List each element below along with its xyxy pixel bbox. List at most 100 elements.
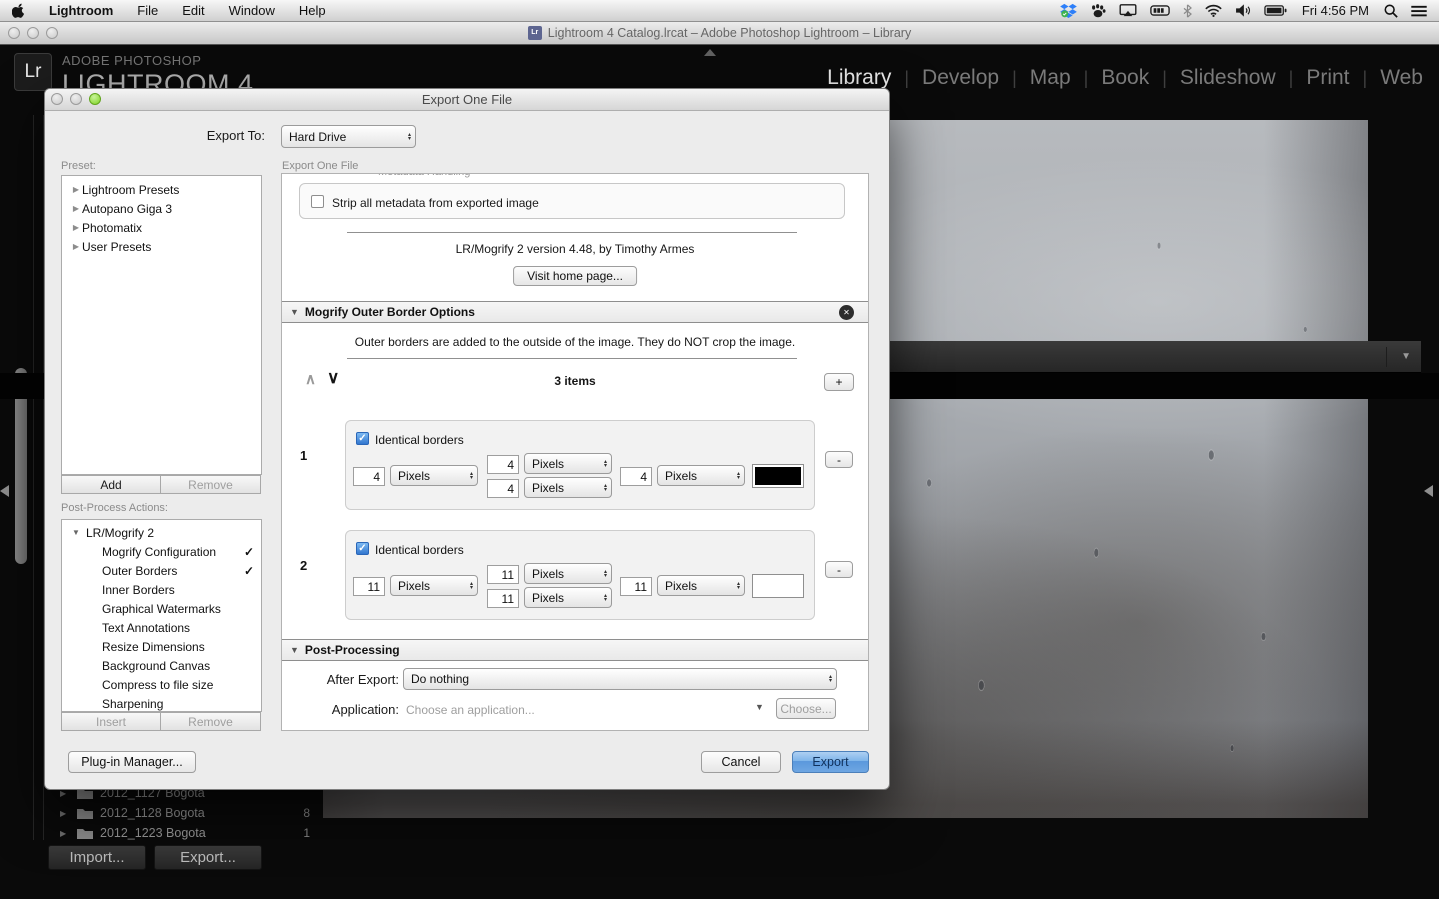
border-left-unit-popup[interactable]: Pixels▴▾ xyxy=(390,575,478,596)
border-left-field[interactable]: 11 xyxy=(353,577,385,596)
border-color-swatch[interactable] xyxy=(752,464,804,488)
identical-borders-checkbox[interactable]: ✓ xyxy=(356,542,369,555)
action-item[interactable]: Outer Borders✓ xyxy=(62,561,261,580)
action-item[interactable]: Inner Borders xyxy=(62,580,261,599)
preset-item[interactable]: ▶Autopano Giga 3 xyxy=(62,199,261,218)
disclosure-triangle-icon[interactable]: ▶ xyxy=(70,223,82,232)
spotlight-search-icon[interactable] xyxy=(1384,4,1398,18)
border-top-field[interactable]: 11 xyxy=(487,565,519,584)
border-right-unit-popup[interactable]: Pixels▴▾ xyxy=(657,465,745,486)
tab-library[interactable]: Library xyxy=(827,66,891,90)
action-item[interactable]: Graphical Watermarks xyxy=(62,599,261,618)
border-left-unit-popup[interactable]: Pixels▴▾ xyxy=(390,465,478,486)
remove-border-item-button[interactable]: - xyxy=(825,561,853,578)
preset-remove-button[interactable]: Remove xyxy=(161,475,261,494)
preset-item[interactable]: ▶Lightroom Presets xyxy=(62,180,261,199)
dialog-zoom-button[interactable] xyxy=(89,93,101,105)
action-item[interactable]: Sharpening xyxy=(62,694,261,713)
window-minimize-button[interactable] xyxy=(27,27,39,39)
airplay-icon[interactable] xyxy=(1119,4,1137,17)
action-remove-button[interactable]: Remove xyxy=(161,712,261,731)
menu-app[interactable]: Lightroom xyxy=(49,3,113,18)
top-panel-reveal-arrow[interactable] xyxy=(704,43,716,61)
post-processing-section-header[interactable]: ▼ Post-Processing xyxy=(282,639,868,661)
action-item[interactable]: Mogrify Configuration✓ xyxy=(62,542,261,561)
strip-metadata-checkbox[interactable] xyxy=(311,195,324,208)
remove-border-item-button[interactable]: - xyxy=(825,451,853,468)
section-collapse-triangle-icon[interactable]: ▼ xyxy=(290,307,299,317)
action-item[interactable]: Resize Dimensions xyxy=(62,637,261,656)
outer-border-section-header[interactable]: ▼ Mogrify Outer Border Options ✕ xyxy=(282,301,868,323)
identical-borders-checkbox[interactable]: ✓ xyxy=(356,432,369,445)
section-close-icon[interactable]: ✕ xyxy=(839,305,854,320)
border-top-unit-popup[interactable]: Pixels▴▾ xyxy=(524,563,612,584)
border-bottom-unit-popup[interactable]: Pixels▴▾ xyxy=(524,477,612,498)
export-to-popup[interactable]: Hard Drive ▴▾ xyxy=(281,125,416,148)
dialog-minimize-button[interactable] xyxy=(70,93,82,105)
export-main-button[interactable]: Export... xyxy=(154,845,262,870)
toolbar-options-dropdown-icon[interactable]: ▼ xyxy=(1401,351,1411,362)
wifi-icon[interactable] xyxy=(1205,4,1222,17)
tab-develop[interactable]: Develop xyxy=(922,66,999,90)
preset-item[interactable]: ▶User Presets xyxy=(62,237,261,256)
window-close-button[interactable] xyxy=(8,27,20,39)
menu-window[interactable]: Window xyxy=(229,3,275,18)
bluetooth-icon[interactable] xyxy=(1183,4,1192,18)
border-right-field[interactable]: 4 xyxy=(620,467,652,486)
volume-icon[interactable] xyxy=(1235,4,1251,17)
disclosure-triangle-icon[interactable]: ▶ xyxy=(60,829,70,838)
folder-row[interactable]: ▶ 2012_1223 Bogota 1 xyxy=(46,823,318,843)
border-top-unit-popup[interactable]: Pixels▴▾ xyxy=(524,453,612,474)
action-item[interactable]: Compress to file size xyxy=(62,675,261,694)
border-right-unit-popup[interactable]: Pixels▴▾ xyxy=(657,575,745,596)
border-top-field[interactable]: 4 xyxy=(487,455,519,474)
application-dropdown-icon[interactable]: ▼ xyxy=(755,702,764,712)
disclosure-triangle-icon[interactable]: ▶ xyxy=(70,204,82,213)
paw-icon[interactable] xyxy=(1090,4,1106,18)
preset-add-button[interactable]: Add xyxy=(61,475,161,494)
keyboard-battery-icon[interactable] xyxy=(1150,5,1170,16)
plugin-group-row[interactable]: ▼LR/Mogrify 2 xyxy=(62,523,261,542)
disclosure-triangle-icon[interactable]: ▶ xyxy=(70,242,82,251)
action-insert-button[interactable]: Insert xyxy=(61,712,161,731)
folder-row[interactable]: ▶ 2012_1128 Bogota 8 xyxy=(46,803,318,823)
action-item[interactable]: Text Annotations xyxy=(62,618,261,637)
action-item[interactable]: Background Canvas xyxy=(62,656,261,675)
border-right-field[interactable]: 11 xyxy=(620,577,652,596)
dialog-close-button[interactable] xyxy=(51,93,63,105)
notification-list-icon[interactable] xyxy=(1411,5,1427,17)
border-bottom-field[interactable]: 4 xyxy=(487,479,519,498)
tab-book[interactable]: Book xyxy=(1101,66,1149,90)
export-button[interactable]: Export xyxy=(792,751,869,773)
right-panel-reveal-arrow[interactable] xyxy=(1424,485,1433,497)
tab-map[interactable]: Map xyxy=(1030,66,1071,90)
border-left-field[interactable]: 4 xyxy=(353,467,385,486)
choose-application-button[interactable]: Choose... xyxy=(776,698,836,719)
border-color-swatch[interactable] xyxy=(752,574,804,598)
tab-web[interactable]: Web xyxy=(1380,66,1423,90)
window-zoom-button[interactable] xyxy=(46,27,58,39)
menu-help[interactable]: Help xyxy=(299,3,326,18)
import-button[interactable]: Import... xyxy=(48,845,146,870)
disclosure-triangle-icon[interactable]: ▶ xyxy=(70,185,82,194)
after-export-popup[interactable]: Do nothing ▴▾ xyxy=(403,668,837,690)
dropbox-icon[interactable] xyxy=(1060,3,1077,18)
tab-slideshow[interactable]: Slideshow xyxy=(1180,66,1276,90)
menu-file[interactable]: File xyxy=(137,3,158,18)
cancel-button[interactable]: Cancel xyxy=(701,751,781,773)
apple-menu-icon[interactable] xyxy=(12,3,25,18)
tab-print[interactable]: Print xyxy=(1306,66,1349,90)
menu-bar-clock[interactable]: Fri 4:56 PM xyxy=(1300,3,1371,18)
preset-item[interactable]: ▶Photomatix xyxy=(62,218,261,237)
visit-home-page-button[interactable]: Visit home page... xyxy=(513,266,637,286)
disclosure-triangle-icon[interactable]: ▼ xyxy=(70,528,82,537)
menu-edit[interactable]: Edit xyxy=(182,3,204,18)
left-panel-reveal-arrow[interactable] xyxy=(0,485,9,497)
plugin-manager-button[interactable]: Plug-in Manager... xyxy=(68,751,196,773)
disclosure-triangle-icon[interactable]: ▶ xyxy=(60,809,70,818)
border-bottom-field[interactable]: 11 xyxy=(487,589,519,608)
section-collapse-triangle-icon[interactable]: ▼ xyxy=(290,645,299,655)
border-bottom-unit-popup[interactable]: Pixels▴▾ xyxy=(524,587,612,608)
battery-icon[interactable] xyxy=(1264,5,1287,16)
add-border-item-button[interactable]: + xyxy=(824,373,854,391)
